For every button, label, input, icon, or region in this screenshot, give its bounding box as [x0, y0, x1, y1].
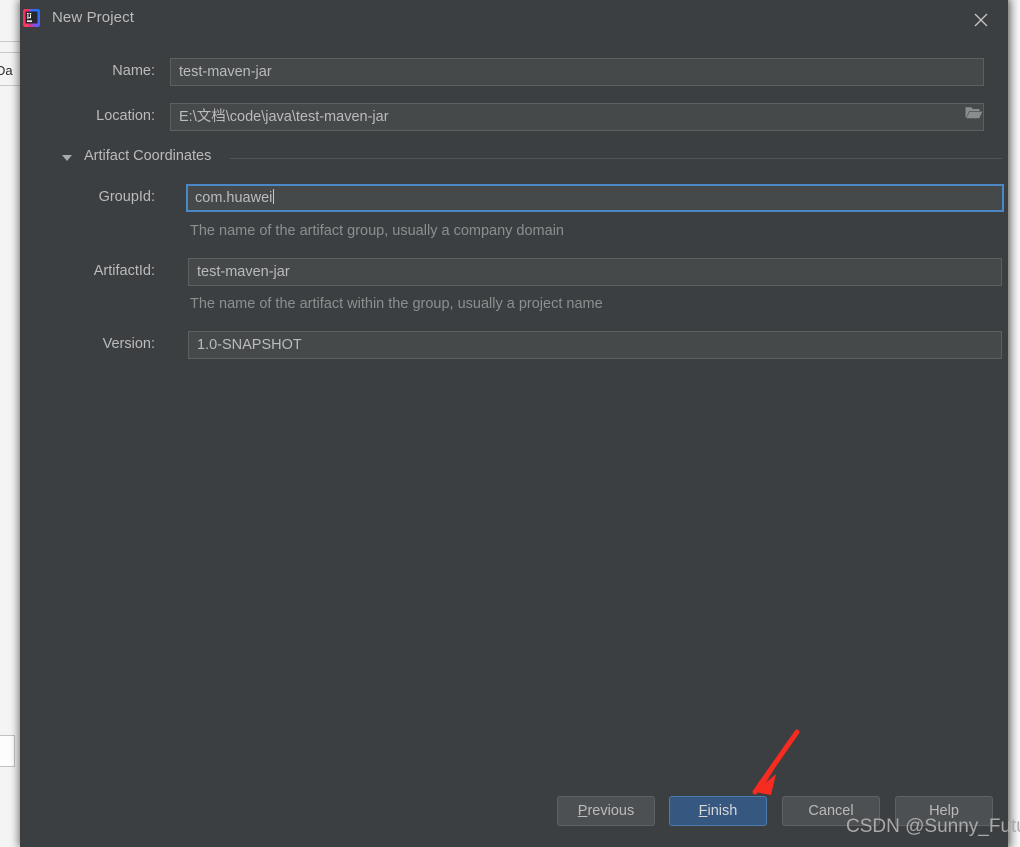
finish-label-rest: inish	[707, 803, 738, 819]
backdrop-panel-fragment	[0, 735, 15, 767]
backdrop-text-fragment: Da	[0, 63, 13, 78]
artifact-coordinates-section-header[interactable]: Artifact Coordinates	[62, 148, 1002, 170]
artifactid-input[interactable]: test-maven-jar	[188, 258, 1002, 286]
location-input[interactable]: E:\文档\code\java\test-maven-jar	[170, 103, 984, 131]
groupid-value: com.huawei	[195, 190, 273, 206]
section-divider	[230, 158, 1002, 159]
backdrop-divider	[0, 52, 20, 53]
intellij-idea-icon	[20, 7, 42, 29]
finish-button[interactable]: Finish	[669, 796, 767, 826]
dialog-titlebar: New Project	[20, 0, 1008, 44]
dialog-title: New Project	[52, 9, 134, 26]
close-icon[interactable]	[963, 5, 999, 37]
artifactid-label: ArtifactId:	[93, 263, 155, 279]
backdrop-right-edge	[1008, 0, 1020, 847]
groupid-input[interactable]: com.huawei	[186, 184, 1004, 212]
folder-open-icon[interactable]	[964, 104, 996, 130]
backdrop-left-panel: Da	[0, 0, 21, 847]
backdrop-divider	[0, 85, 20, 86]
finish-mnemonic: F	[698, 803, 708, 819]
groupid-hint: The name of the artifact group, usually …	[190, 223, 564, 239]
previous-button[interactable]: Previous	[557, 796, 655, 826]
groupid-label: GroupId:	[98, 189, 155, 205]
backdrop-divider	[0, 41, 20, 42]
text-caret	[273, 189, 275, 204]
previous-label-rest: revious	[587, 803, 635, 819]
new-project-dialog: New Project Name: test-maven-jar Locatio…	[20, 0, 1020, 847]
version-label: Version:	[102, 336, 155, 352]
name-label: Name:	[112, 63, 155, 79]
section-title: Artifact Coordinates	[84, 148, 212, 164]
artifactid-hint: The name of the artifact within the grou…	[190, 296, 603, 312]
csdn-watermark: CSDN @Sunny_Future	[846, 816, 1020, 837]
location-label: Location:	[96, 108, 155, 124]
previous-mnemonic: P	[577, 803, 588, 819]
chevron-down-icon	[62, 155, 72, 161]
version-input[interactable]: 1.0-SNAPSHOT	[188, 331, 1002, 359]
name-input[interactable]: test-maven-jar	[170, 58, 984, 86]
